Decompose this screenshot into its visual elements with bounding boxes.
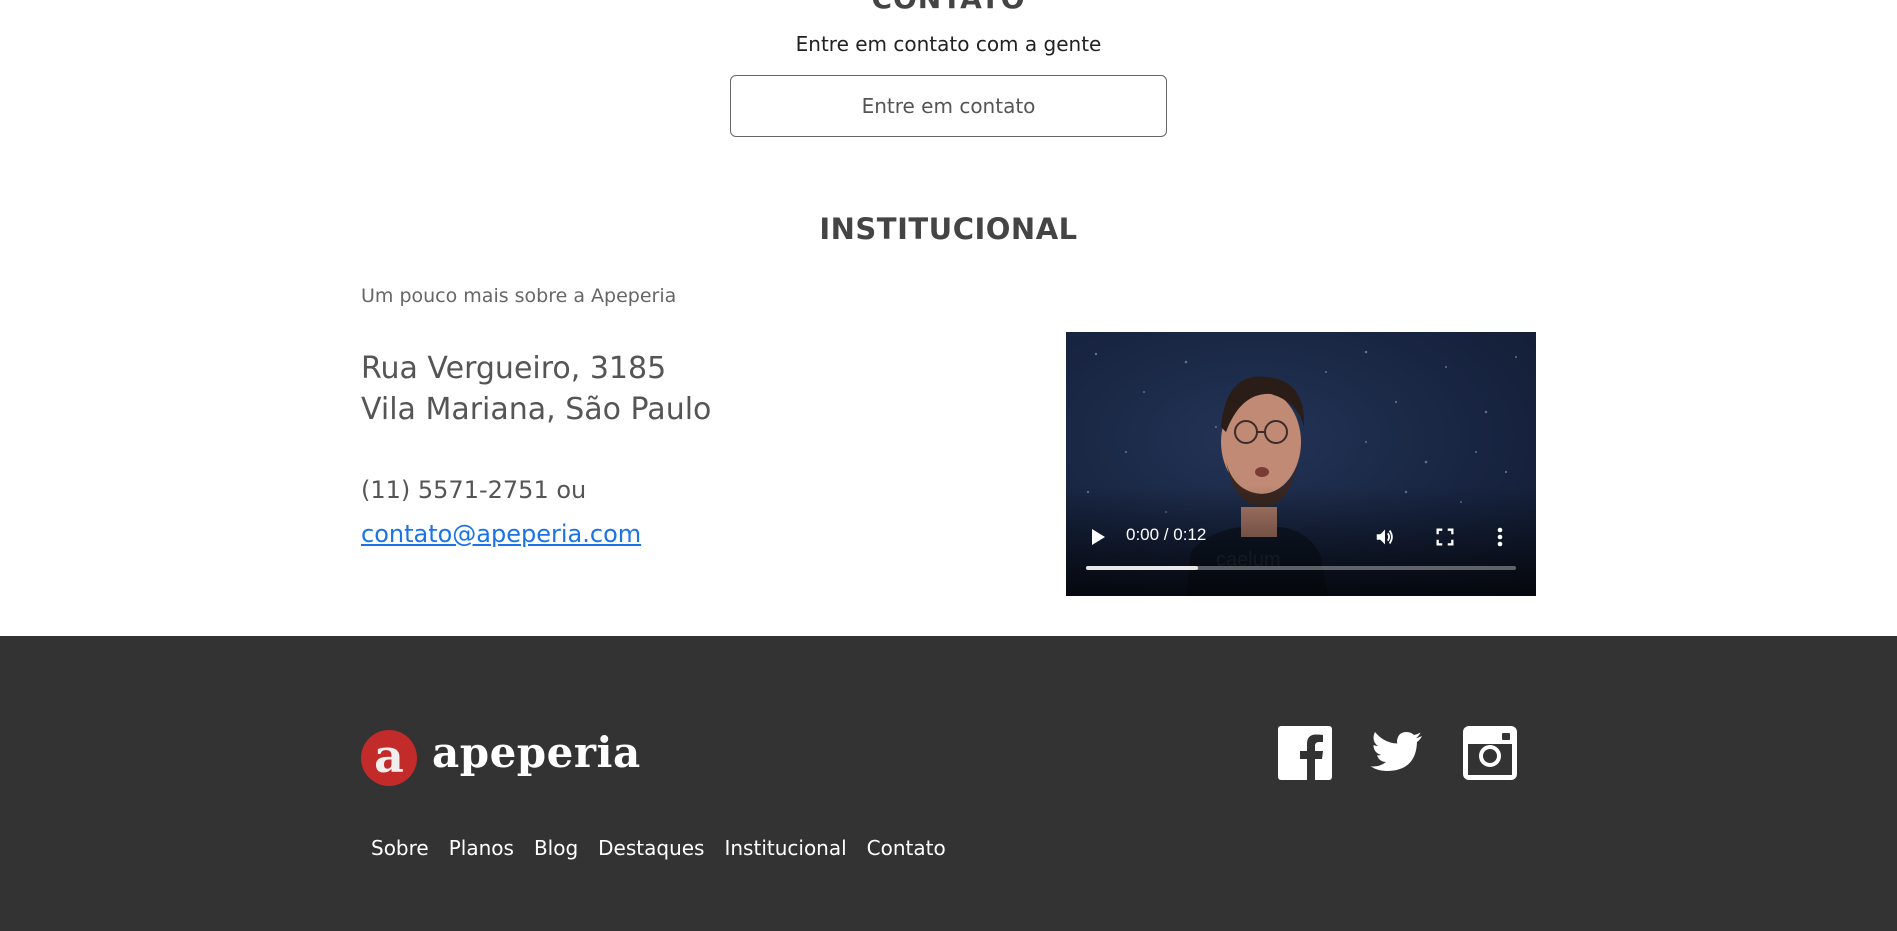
video-buffer-bar	[1086, 566, 1198, 570]
footer	[0, 636, 1897, 931]
address: Rua Vergueiro, 3185 Vila Mariana, São Pa…	[361, 348, 711, 430]
footer-nav: Sobre Planos Blog Destaques Instituciona…	[361, 836, 956, 860]
institucional-title: INSTITUCIONAL	[819, 212, 1078, 246]
video-progress-track[interactable]	[1086, 566, 1516, 570]
footer-link-destaques[interactable]: Destaques	[588, 836, 714, 860]
logo-letter: a	[374, 729, 404, 783]
volume-icon[interactable]	[1374, 526, 1396, 548]
address-line-1: Rua Vergueiro, 3185	[361, 351, 667, 386]
video-player[interactable]: caelum 0:00 / 0:12	[1066, 332, 1536, 596]
footer-link-sobre[interactable]: Sobre	[361, 836, 439, 860]
footer-link-contato[interactable]: Contato	[857, 836, 956, 860]
contato-input[interactable]	[730, 75, 1167, 137]
footer-link-planos[interactable]: Planos	[439, 836, 524, 860]
instagram-icon[interactable]	[1463, 726, 1517, 780]
footer-link-institucional[interactable]: Institucional	[714, 836, 856, 860]
contato-subtitle: Entre em contato com a gente	[795, 32, 1102, 56]
phone-text: (11) 5571-2751 ou	[361, 476, 587, 504]
institucional-lead: Um pouco mais sobre a Apeperia	[361, 285, 677, 307]
fullscreen-icon[interactable]	[1434, 526, 1456, 548]
footer-link-blog[interactable]: Blog	[524, 836, 588, 860]
video-time: 0:00 / 0:12	[1126, 525, 1207, 544]
address-line-2: Vila Mariana, São Paulo	[361, 392, 712, 427]
more-options-icon[interactable]	[1496, 526, 1504, 548]
play-icon[interactable]	[1090, 528, 1106, 546]
facebook-icon[interactable]	[1278, 726, 1332, 780]
contato-title: CONTATO	[0, 0, 1897, 15]
logo-mark[interactable]: a	[361, 730, 417, 786]
logo-text[interactable]: apeperia	[432, 728, 641, 777]
email-link[interactable]: contato@apeperia.com	[361, 520, 641, 548]
twitter-icon[interactable]	[1370, 726, 1424, 780]
